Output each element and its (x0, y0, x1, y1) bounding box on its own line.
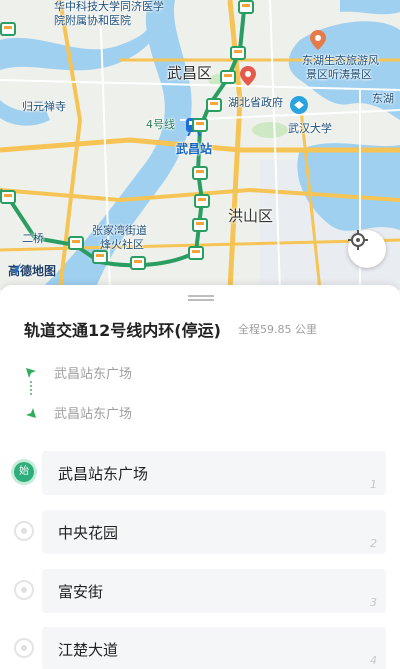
line-detail-panel[interactable]: 轨道交通12号线内环(停运) 全程59.85 公里 武昌站东广场 武昌站东广场 … (0, 285, 400, 669)
station-marker[interactable] (192, 118, 208, 132)
stop-name: 江楚大道 (58, 641, 119, 659)
station-marker[interactable] (238, 0, 254, 14)
road-tag: 4号线 (146, 118, 175, 131)
poi-label-hubei-gov: 湖北省政府 (228, 96, 283, 109)
start-badge-text: 始 (19, 466, 29, 477)
district-label-hongshan: 洪山区 (228, 207, 274, 225)
destination-arrow-icon (26, 407, 36, 418)
station-marker[interactable] (0, 190, 16, 204)
stop-name: 中央花园 (58, 524, 119, 542)
station-marker[interactable] (130, 256, 146, 270)
university-icon[interactable] (290, 96, 308, 114)
hospital-pin-icon[interactable] (310, 30, 326, 50)
station-marker[interactable] (220, 70, 236, 84)
screen: 武昌区 洪山区 华中科技大学同济医学院附属协和医院 归元禅寺 东湖生态旅游风 景… (0, 0, 400, 669)
locate-icon (348, 230, 368, 250)
station-marker[interactable] (230, 46, 246, 60)
stop-index: 4 (370, 654, 377, 667)
station-marker[interactable] (188, 246, 204, 260)
station-marker[interactable] (192, 166, 208, 180)
stop-name: 富安街 (58, 583, 104, 601)
line-title: 轨道交通12号线内环(停运) (24, 321, 221, 340)
stop-item[interactable]: 中央花园 2 (42, 510, 386, 554)
poi-label-wuhan-univ: 武汉大学 (288, 122, 332, 135)
line-length: 全程59.85 公里 (238, 323, 317, 336)
destination-text: 武昌站东广场 (54, 407, 133, 422)
origin-arrow-icon (26, 367, 36, 378)
map-logo: 高德地图 (8, 262, 56, 279)
stop-item[interactable]: 武昌站东广场 1 (42, 451, 386, 495)
poi-label-hospital: 华中科技大学同济医学院附属协和医院 (54, 0, 164, 27)
district-label-wuchang: 武昌区 (167, 64, 213, 82)
station-marker[interactable] (194, 194, 210, 208)
station-marker[interactable] (192, 218, 208, 232)
station-marker[interactable] (206, 98, 222, 112)
locate-button[interactable] (348, 230, 386, 268)
poi-label-donghu-2: 景区听涛景区 (306, 68, 372, 81)
origin-text: 武昌站东广场 (54, 367, 133, 382)
poi-label-donghu-edge: 东湖 (372, 92, 394, 105)
poi-label-guiyuan: 归元禅寺 (22, 100, 66, 113)
stop-dot (14, 580, 34, 600)
station-marker[interactable] (92, 250, 108, 264)
bridge-label: 二桥 (22, 232, 44, 245)
station-marker[interactable] (68, 236, 84, 250)
start-stop-badge: 始 (14, 462, 34, 482)
map-view[interactable]: 武昌区 洪山区 华中科技大学同济医学院附属协和医院 归元禅寺 东湖生态旅游风 景… (0, 0, 400, 290)
drag-handle[interactable] (188, 295, 214, 301)
stop-dot (14, 638, 34, 658)
stop-name: 武昌站东广场 (58, 465, 149, 483)
stop-item[interactable]: 富安街 3 (42, 569, 386, 613)
stop-dot (14, 521, 34, 541)
navigation-arrow-icon (9, 263, 21, 275)
destination-row: 武昌站东广场 (24, 403, 132, 422)
station-label-wuchang: 武昌站 (176, 142, 213, 156)
stop-index: 3 (370, 596, 377, 609)
stop-index: 2 (370, 537, 377, 550)
origin-row: 武昌站东广场 (24, 363, 132, 382)
station-marker[interactable] (0, 22, 16, 36)
route-dots (30, 381, 32, 395)
stop-item[interactable]: 江楚大道 4 (42, 627, 386, 669)
location-pin-icon[interactable] (240, 66, 256, 86)
stop-index: 1 (370, 478, 377, 491)
